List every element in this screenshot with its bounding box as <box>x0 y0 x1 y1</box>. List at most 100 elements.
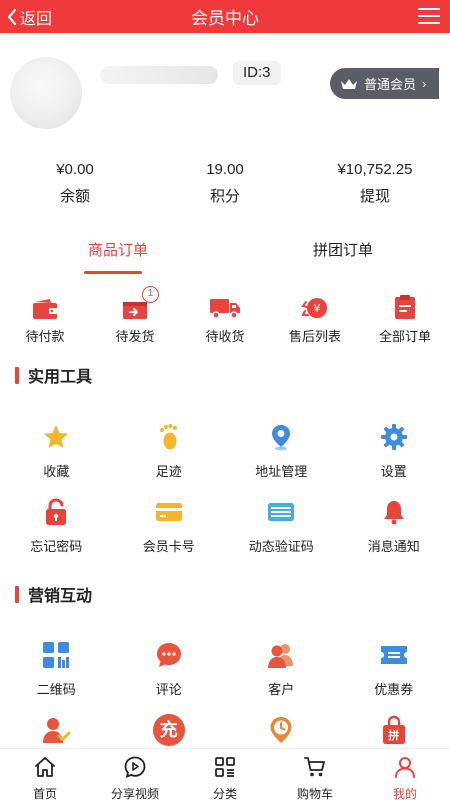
stat-value: 19.00 <box>206 161 244 178</box>
lock-icon <box>46 498 67 525</box>
coupon-icon <box>380 646 407 664</box>
stat-value: ¥0.00 <box>56 161 94 178</box>
category-icon <box>215 757 235 777</box>
footprint-icon <box>159 424 177 450</box>
tabbar-label: 分类 <box>212 787 237 800</box>
tabbar-label: 购物车 <box>296 787 333 800</box>
stat-label: 提现 <box>359 188 390 205</box>
tabbar-label: 我的 <box>392 787 417 800</box>
section-accent-bar <box>15 585 19 603</box>
marketing-coupons[interactable]: 优惠券 <box>338 640 450 715</box>
stat-points[interactable]: 19.00 积分 <box>150 158 300 218</box>
location-pin-icon <box>272 425 291 451</box>
recharge-icon: 充 <box>152 714 185 746</box>
tab-label: 商品订单 <box>87 242 148 259</box>
tool-address[interactable]: 地址管理 <box>225 422 338 497</box>
comment-icon <box>156 643 181 667</box>
svg-text:¥: ¥ <box>314 302 321 315</box>
tabbar-share-video[interactable]: 分享视频 <box>90 749 180 800</box>
order-label: 待收货 <box>205 329 245 344</box>
order-label: 待付款 <box>25 329 65 344</box>
user-icon <box>395 757 415 778</box>
tabbar-cart[interactable]: 购物车 <box>270 749 360 800</box>
order-pending-receipt[interactable]: 待收货 <box>180 290 270 350</box>
home-icon <box>35 757 55 777</box>
tabbar-mine[interactable]: 我的 <box>360 749 450 800</box>
tool-favorites[interactable]: 收藏 <box>0 422 113 497</box>
back-button[interactable]: 返回 <box>6 0 52 33</box>
order-label: 待发货 <box>115 329 155 344</box>
order-status-row: 待付款 1 待发货 待收货 ¥ 售后列表 全部订单 <box>0 286 450 350</box>
order-label: 售后列表 <box>288 329 341 344</box>
tool-label: 收藏 <box>43 464 70 479</box>
username-blurred <box>100 66 218 84</box>
tool-forgot-password[interactable]: 忘记密码 <box>0 497 113 572</box>
section-accent-bar <box>15 366 19 384</box>
qr-grid-icon <box>43 642 70 668</box>
tabbar-category[interactable]: 分类 <box>180 749 270 800</box>
code-card-icon <box>268 503 295 521</box>
tab-label: 拼团订单 <box>312 242 373 259</box>
account-stats: ¥0.00 余额 19.00 积分 ¥10,752.25 提现 <box>0 158 450 218</box>
avatar[interactable] <box>10 57 82 129</box>
tabbar-label: 首页 <box>32 787 57 800</box>
order-count-badge: 1 <box>142 286 159 303</box>
profile-card: ID:3 普通会员 › <box>0 33 450 143</box>
wallet-icon <box>33 299 57 319</box>
marketing-comments[interactable]: 评论 <box>113 640 226 715</box>
member-level-button[interactable]: 普通会员 › <box>330 68 439 99</box>
section-tools-header: 实用工具 <box>0 360 450 390</box>
clipboard-icon <box>395 295 415 319</box>
cart-icon <box>304 757 325 777</box>
truck-icon <box>210 299 240 319</box>
back-label: 返回 <box>20 10 53 28</box>
section-marketing-header: 营销互动 <box>0 579 450 609</box>
card-icon <box>155 503 182 521</box>
tool-label: 动态验证码 <box>248 539 314 554</box>
tool-notifications[interactable]: 消息通知 <box>338 497 450 572</box>
user-id: ID:3 <box>233 61 281 85</box>
menu-icon[interactable] <box>418 6 440 26</box>
order-label: 全部订单 <box>378 329 431 344</box>
tool-label: 足迹 <box>155 464 182 479</box>
marketing-customers[interactable]: 客户 <box>225 640 338 715</box>
stat-value: ¥10,752.25 <box>337 161 413 178</box>
stat-label: 积分 <box>209 188 240 205</box>
refund-icon: ¥ <box>301 298 327 318</box>
tool-label: 消息通知 <box>367 539 420 554</box>
stat-withdraw[interactable]: ¥10,752.25 提现 <box>300 158 450 218</box>
tab-underline <box>84 271 142 274</box>
tab-group-orders[interactable]: 拼团订单 <box>236 236 450 276</box>
page-title: 会员中心 <box>191 9 259 28</box>
order-all[interactable]: 全部订单 <box>360 290 450 350</box>
star-icon <box>44 425 69 448</box>
order-pending-payment[interactable]: 待付款 <box>0 290 90 350</box>
chevron-left-icon <box>7 8 17 25</box>
order-pending-shipment[interactable]: 1 待发货 <box>90 286 180 350</box>
tool-settings[interactable]: 设置 <box>338 422 450 497</box>
group-bag-icon: 拼 <box>381 715 407 745</box>
tabbar-home[interactable]: 首页 <box>0 749 90 800</box>
marketing-label: 二维码 <box>36 682 76 697</box>
tool-dynamic-code[interactable]: 动态验证码 <box>225 497 338 572</box>
marketing-label: 客户 <box>268 682 295 697</box>
tabbar-label: 分享视频 <box>110 787 159 800</box>
order-after-sales[interactable]: ¥ 售后列表 <box>270 290 360 350</box>
member-level-label: 普通会员 <box>364 77 417 92</box>
tool-label: 忘记密码 <box>30 539 83 554</box>
stat-balance[interactable]: ¥0.00 余额 <box>0 158 150 218</box>
tool-member-card[interactable]: 会员卡号 <box>113 497 226 572</box>
user-check-icon <box>43 718 71 743</box>
tools-grid: 收藏 足迹 地址管理 设置 忘记密码 会员卡号 动态验证码 消息通知 <box>0 422 450 572</box>
marketing-label: 评论 <box>155 682 182 697</box>
tool-label: 会员卡号 <box>142 539 195 554</box>
section-title: 营销互动 <box>28 588 93 605</box>
video-share-icon <box>124 756 146 778</box>
group-bag-glyph: 拼 <box>388 730 400 742</box>
order-tabs: 商品订单 拼团订单 <box>0 236 450 276</box>
tool-footprints[interactable]: 足迹 <box>113 422 226 497</box>
marketing-qrcode[interactable]: 二维码 <box>0 640 113 715</box>
bottom-tab-bar: 首页 分享视频 分类 购物车 我的 <box>0 748 450 800</box>
tab-product-orders[interactable]: 商品订单 <box>0 236 236 276</box>
stat-label: 余额 <box>59 188 90 205</box>
